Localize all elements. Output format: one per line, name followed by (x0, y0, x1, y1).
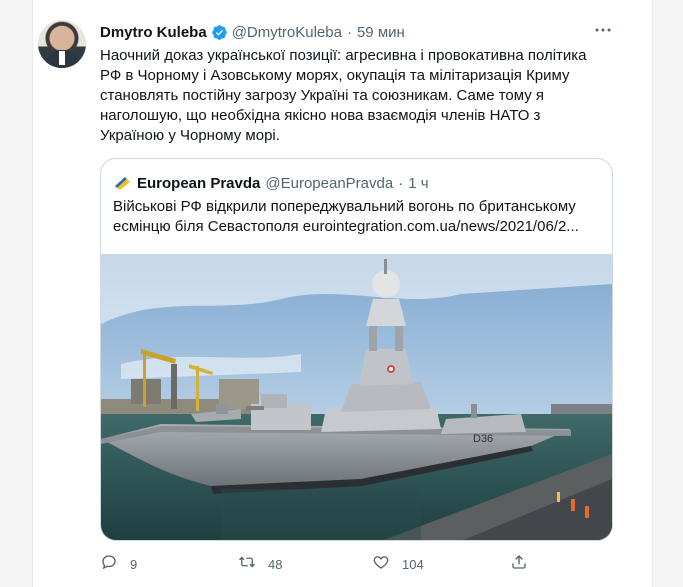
author-handle[interactable]: @DmytroKuleba (232, 24, 342, 41)
like-count: 104 (402, 556, 424, 572)
quote-header: European Pravda @EuropeanPravda · 1 ч (113, 173, 429, 193)
verified-badge-icon (211, 24, 228, 41)
reply-button[interactable]: 9 (100, 553, 137, 575)
tweet-actions: 9 48 104 (100, 553, 620, 575)
reply-icon (100, 553, 118, 575)
tweet-text: Наочний доказ української позиції: агрес… (100, 47, 587, 144)
tweet-header: Dmytro Kuleba @DmytroKuleba · 59 мин (100, 22, 405, 42)
quote-avatar-icon[interactable] (113, 173, 133, 193)
retweet-button[interactable]: 48 (238, 553, 282, 575)
author-name[interactable]: Dmytro Kuleba (100, 24, 207, 41)
quote-author-name[interactable]: European Pravda (137, 175, 260, 192)
share-button[interactable] (510, 553, 528, 575)
quoted-tweet[interactable]: European Pravda @EuropeanPravda · 1 ч Ві… (100, 158, 613, 541)
retweet-icon (238, 553, 256, 575)
heart-icon (372, 553, 390, 575)
header-separator: · (346, 23, 352, 41)
quote-text: Військові РФ відкрили попереджувальний в… (113, 198, 579, 235)
retweet-count: 48 (268, 556, 283, 572)
quote-author-handle[interactable]: @EuropeanPravda (265, 175, 393, 192)
more-dots-icon[interactable] (591, 21, 615, 39)
author-avatar[interactable] (38, 20, 86, 68)
tweet-time[interactable]: 59 мин (357, 24, 405, 41)
destroyer-photo[interactable]: D36 (101, 254, 612, 540)
quote-separator: · (398, 174, 404, 192)
share-icon (510, 553, 528, 575)
like-button[interactable]: 104 (372, 553, 424, 575)
quote-time[interactable]: 1 ч (408, 175, 428, 192)
hull-number: D36 (473, 433, 493, 445)
avatar-shirt (59, 51, 65, 65)
reply-count: 9 (130, 556, 138, 572)
